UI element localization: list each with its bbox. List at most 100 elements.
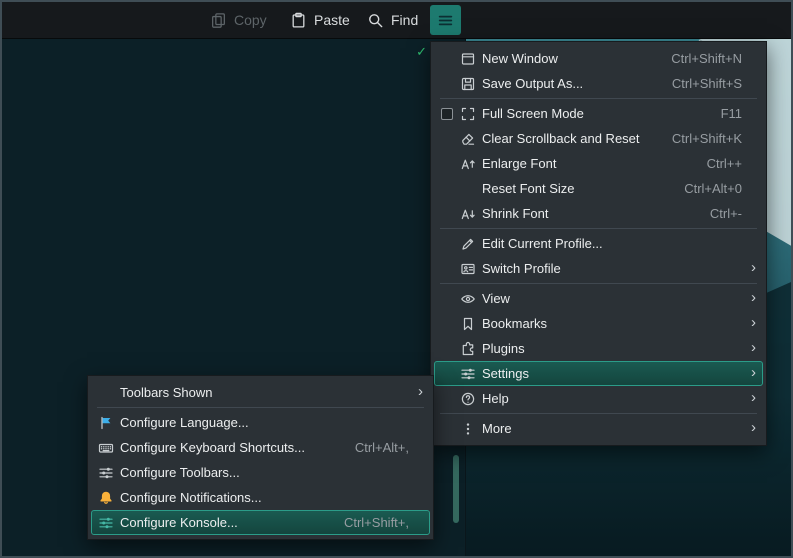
menu-item-label: Configure Notifications... xyxy=(120,490,262,505)
menu-item-label: Enlarge Font xyxy=(482,156,557,171)
menu-item-label: Bookmarks xyxy=(482,316,548,331)
menu-item-label: Clear Scrollback and Reset xyxy=(482,131,640,146)
menu-item-label: Toolbars Shown xyxy=(120,385,213,400)
menu-item-clear-scrollback-and-reset[interactable]: Clear Scrollback and Reset Ctrl+Shift+K xyxy=(434,126,763,151)
menu-item-label: Configure Toolbars... xyxy=(120,465,240,480)
shortcut-label: Ctrl+Shift+, xyxy=(343,515,409,530)
menu-item-label: New Window xyxy=(482,51,558,66)
chevron-right-icon: › xyxy=(751,364,756,381)
menu-item-switch-profile[interactable]: Switch Profile › xyxy=(434,256,763,281)
shortcut-label: Ctrl+Shift+N xyxy=(671,51,742,66)
shortcut-label: Ctrl+- xyxy=(709,206,742,221)
menu-item-configure-toolbars[interactable]: Configure Toolbars... xyxy=(91,460,430,485)
new-window-icon xyxy=(460,51,476,67)
menu-separator xyxy=(97,407,424,408)
notifications-icon xyxy=(98,490,114,506)
toolbar: Copy Paste Find xyxy=(2,2,791,39)
menu-separator xyxy=(440,228,757,229)
toolbars-icon xyxy=(98,465,114,481)
menu-item-more[interactable]: More › xyxy=(434,416,763,441)
menu-item-label: Settings xyxy=(482,366,529,381)
menu-item-full-screen-mode[interactable]: Full Screen Mode F11 xyxy=(434,101,763,126)
fullscreen-icon xyxy=(460,106,476,122)
menu-item-toolbars-shown[interactable]: Toolbars Shown › xyxy=(91,380,430,405)
menu-item-label: Reset Font Size xyxy=(482,181,575,196)
paste-button[interactable]: Paste xyxy=(280,5,360,35)
menu-item-view[interactable]: View › xyxy=(434,286,763,311)
menu-item-label: Configure Keyboard Shortcuts... xyxy=(120,440,305,455)
bookmarks-icon xyxy=(460,316,476,332)
copy-button-label: Copy xyxy=(234,12,267,28)
konsole-window: Copy Paste Find ✓ New Window Ctrl+Shift+N… xyxy=(0,0,793,558)
shortcut-label: F11 xyxy=(720,106,742,121)
menu-item-bookmarks[interactable]: Bookmarks › xyxy=(434,311,763,336)
main-menu: New Window Ctrl+Shift+N Save Output As... C… xyxy=(430,41,767,446)
shortcut-label: Ctrl+Shift+S xyxy=(671,76,742,91)
chevron-right-icon: › xyxy=(751,314,756,331)
font-up-icon xyxy=(460,156,476,172)
menu-item-label: Plugins xyxy=(482,341,525,356)
shortcut-label: Ctrl+Alt+0 xyxy=(684,181,742,196)
shortcut-label: Ctrl++ xyxy=(706,156,742,171)
chevron-right-icon: › xyxy=(418,383,423,400)
menu-item-plugins[interactable]: Plugins › xyxy=(434,336,763,361)
help-icon xyxy=(460,391,476,407)
copy-button[interactable]: Copy xyxy=(200,5,277,35)
chevron-right-icon: › xyxy=(751,339,756,356)
find-button[interactable]: Find xyxy=(357,5,428,35)
menu-item-configure-keyboard-shortcuts[interactable]: Configure Keyboard Shortcuts... Ctrl+Alt+… xyxy=(91,435,430,460)
menu-item-label: View xyxy=(482,291,510,306)
configure-konsole-icon xyxy=(98,515,114,531)
menu-item-new-window[interactable]: New Window Ctrl+Shift+N xyxy=(434,46,763,71)
view-icon xyxy=(460,291,476,307)
hamburger-icon xyxy=(436,11,455,30)
icon-placeholder xyxy=(98,385,114,401)
menu-item-label: Configure Language... xyxy=(120,415,249,430)
font-down-icon xyxy=(460,206,476,222)
menu-item-label: Help xyxy=(482,391,509,406)
menu-item-save-output-as[interactable]: Save Output As... Ctrl+Shift+S xyxy=(434,71,763,96)
chevron-right-icon: › xyxy=(751,289,756,306)
menu-item-label: Full Screen Mode xyxy=(482,106,584,121)
chevron-right-icon: › xyxy=(751,419,756,436)
checkbox-unchecked[interactable] xyxy=(441,107,453,120)
success-indicator: ✓ xyxy=(416,44,427,59)
settings-icon xyxy=(460,366,476,382)
icon-placeholder xyxy=(460,181,476,197)
menu-item-enlarge-font[interactable]: Enlarge Font Ctrl++ xyxy=(434,151,763,176)
menu-item-edit-current-profile[interactable]: Edit Current Profile... xyxy=(434,231,763,256)
more-icon xyxy=(460,421,476,437)
chevron-right-icon: › xyxy=(751,389,756,406)
menu-item-label: Switch Profile xyxy=(482,261,561,276)
menu-separator xyxy=(440,413,757,414)
menu-separator xyxy=(440,283,757,284)
menu-item-label: Edit Current Profile... xyxy=(482,236,603,251)
keyboard-icon xyxy=(98,440,114,456)
plugins-icon xyxy=(460,341,476,357)
menu-item-configure-konsole[interactable]: Configure Konsole... Ctrl+Shift+, xyxy=(91,510,430,535)
chevron-right-icon: › xyxy=(751,259,756,276)
shortcut-label: Ctrl+Shift+K xyxy=(671,131,742,146)
search-icon xyxy=(367,12,384,29)
settings-submenu: Toolbars Shown › Configure Language... Conf… xyxy=(87,375,434,540)
terminal-scrollbar[interactable] xyxy=(453,455,459,523)
menu-item-settings[interactable]: Settings › xyxy=(434,361,763,386)
menu-item-configure-language[interactable]: Configure Language... xyxy=(91,410,430,435)
checkbox-column xyxy=(441,107,460,120)
menu-item-label: Configure Konsole... xyxy=(120,515,238,530)
menu-separator xyxy=(440,98,757,99)
paste-button-label: Paste xyxy=(314,12,350,28)
language-icon xyxy=(98,415,114,431)
switch-profile-icon xyxy=(460,261,476,277)
menu-item-reset-font-size[interactable]: Reset Font Size Ctrl+Alt+0 xyxy=(434,176,763,201)
menu-item-label: Save Output As... xyxy=(482,76,584,91)
clear-history-icon xyxy=(460,131,476,147)
menu-item-configure-notifications[interactable]: Configure Notifications... xyxy=(91,485,430,510)
edit-profile-icon xyxy=(460,236,476,252)
menu-item-help[interactable]: Help › xyxy=(434,386,763,411)
paste-icon xyxy=(290,12,307,29)
menu-item-label: Shrink Font xyxy=(482,206,549,221)
menu-item-shrink-font[interactable]: Shrink Font Ctrl+- xyxy=(434,201,763,226)
save-icon xyxy=(460,76,476,92)
hamburger-menu-button[interactable] xyxy=(430,5,461,35)
